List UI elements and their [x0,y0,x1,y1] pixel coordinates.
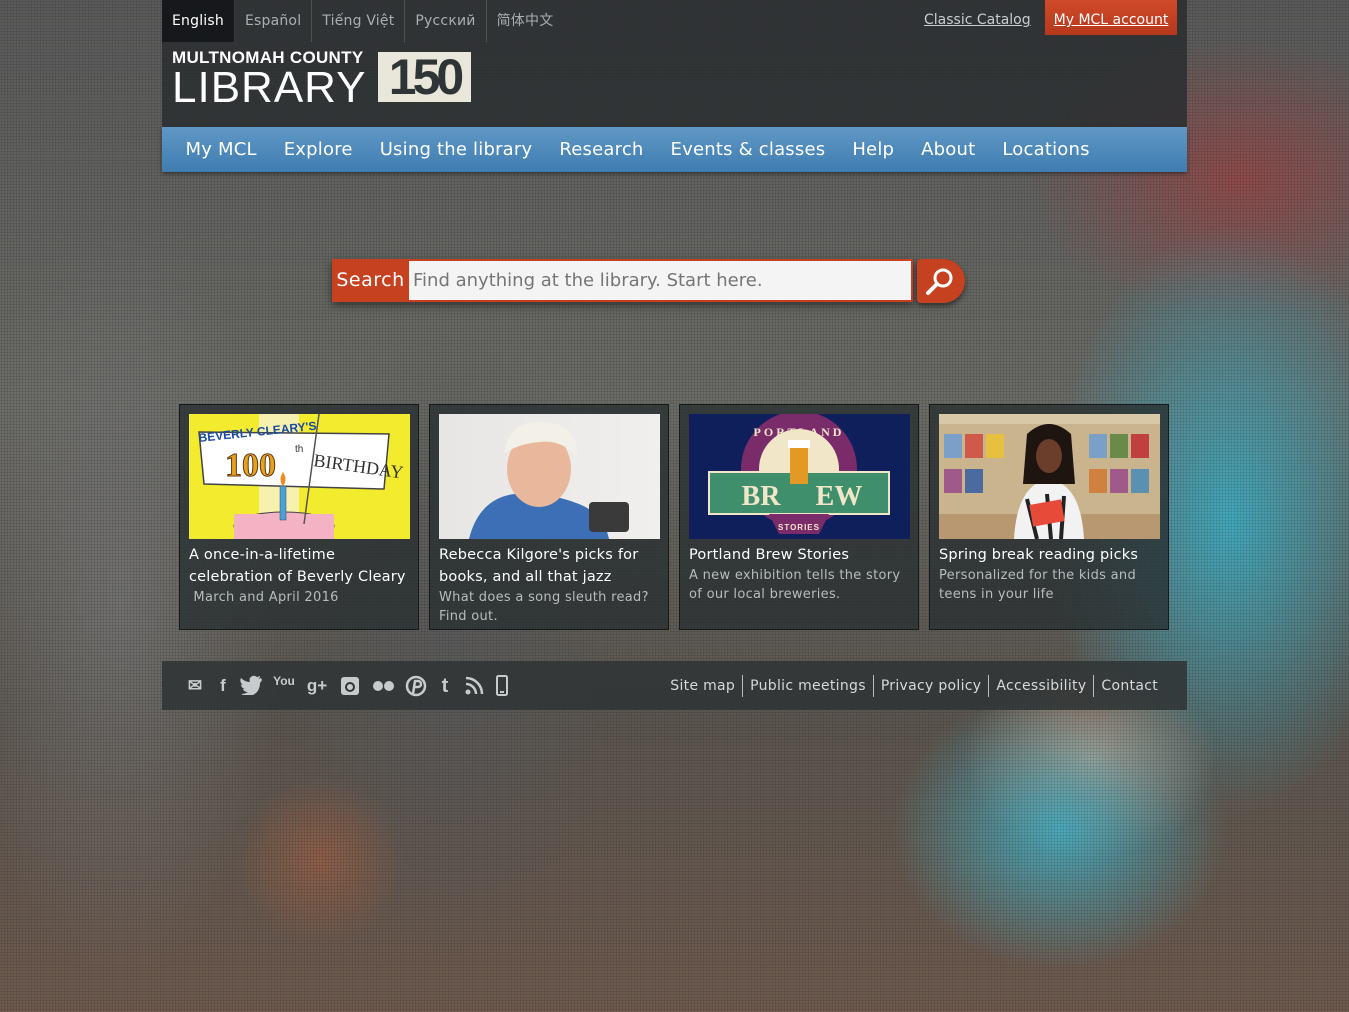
twitter-icon[interactable] [238,675,264,697]
language-bar: English Español Tiếng Việt Русский 简体中文 [162,0,563,42]
email-icon[interactable]: ✉ [182,675,208,697]
card-image-text: EW [816,481,863,512]
card-image-text: PORTLAND [754,425,845,439]
card-subtitle: A new exhibition tells the story of our … [689,568,901,602]
logo-150-badge: 150 [378,52,471,102]
tumblr-icon[interactable]: t [436,675,454,697]
lang-vietnamese[interactable]: Tiếng Việt [312,0,406,42]
nav-locations[interactable]: Locations [989,139,1103,160]
site-map-link[interactable]: Site map [663,675,742,697]
spring-break-reading-photo [939,414,1160,539]
card-subtitle: Personalized for the kids and teens in y… [939,568,1137,602]
nav-using-the-library[interactable]: Using the library [366,139,546,160]
main-nav: My MCL Explore Using the library Researc… [162,127,1187,172]
site-header: English Español Tiếng Việt Русский 简体中文 … [162,0,1187,127]
card-image-text: BR [742,481,782,512]
nav-my-mcl[interactable]: My MCL [172,139,270,160]
googleplus-icon[interactable]: g+ [304,675,330,697]
portland-brew-stories-logo: PORTLAND BR EW STORIES [689,414,910,539]
promo-card[interactable]: Rebecca Kilgore's picks for books, and a… [429,404,669,630]
search-input[interactable] [409,259,913,302]
rss-icon[interactable] [461,675,487,697]
search-button[interactable] [917,259,965,303]
pinterest-icon[interactable] [403,675,429,697]
card-title[interactable]: Rebecca Kilgore's picks for books, and a… [439,544,659,588]
instagram-icon[interactable] [337,675,363,697]
card-image-text: 100 [225,447,276,484]
site-footer: ✉ f You g+ t Site map Public meetings Pr… [162,661,1187,710]
lang-russian[interactable]: Русский [405,0,487,42]
card-title[interactable]: A once-in-a-lifetime celebration of Beve… [189,544,409,588]
rebecca-kilgore-photo [439,414,660,539]
my-mcl-account-button[interactable]: My MCL account [1045,0,1177,35]
promo-card[interactable]: Spring break reading picks Personalized … [929,404,1169,630]
card-image-text: STORIES [778,523,820,532]
public-meetings-link[interactable]: Public meetings [742,675,873,697]
card-title[interactable]: Spring break reading picks [939,544,1159,566]
flickr-icon[interactable] [370,675,396,697]
promo-card[interactable]: BEVERLY CLEARY'S 100 th BIRTHDAY A once-… [179,404,419,630]
search-bar: Search [332,259,913,302]
accessibility-link[interactable]: Accessibility [988,675,1093,697]
card-subtitle: March and April 2016 [189,590,339,605]
youtube-icon[interactable]: You [271,675,297,697]
logo-library-text: LIBRARY [172,63,367,112]
card-title[interactable]: Portland Brew Stories [689,544,909,566]
beverly-cleary-image: BEVERLY CLEARY'S 100 th BIRTHDAY [189,414,410,539]
nav-research[interactable]: Research [546,139,657,160]
facebook-icon[interactable]: f [215,675,231,697]
lang-espanol[interactable]: Español [235,0,313,42]
library-logo[interactable]: MULTNOMAH COUNTY LIBRARY [172,48,367,112]
privacy-policy-link[interactable]: Privacy policy [872,675,989,697]
contact-link[interactable]: Contact [1093,675,1165,697]
nav-explore[interactable]: Explore [270,139,366,160]
lang-english[interactable]: English [162,0,235,42]
mobile-icon[interactable] [494,675,510,697]
nav-about[interactable]: About [908,139,989,160]
promo-card[interactable]: PORTLAND BR EW STORIES Portland Brew Sto… [679,404,919,630]
nav-help[interactable]: Help [839,139,908,160]
classic-catalog-link[interactable]: Classic Catalog [924,12,1031,28]
nav-events-classes[interactable]: Events & classes [657,139,839,160]
lang-chinese[interactable]: 简体中文 [487,0,564,42]
footer-links: Site map Public meetings Privacy policy … [663,675,1165,697]
search-label: Search [332,259,409,302]
card-subtitle: What does a song sleuth read? Find out. [439,590,649,624]
magnifier-icon [926,268,953,295]
social-links: ✉ f You g+ t [182,675,510,697]
card-image-text: th [295,444,303,455]
